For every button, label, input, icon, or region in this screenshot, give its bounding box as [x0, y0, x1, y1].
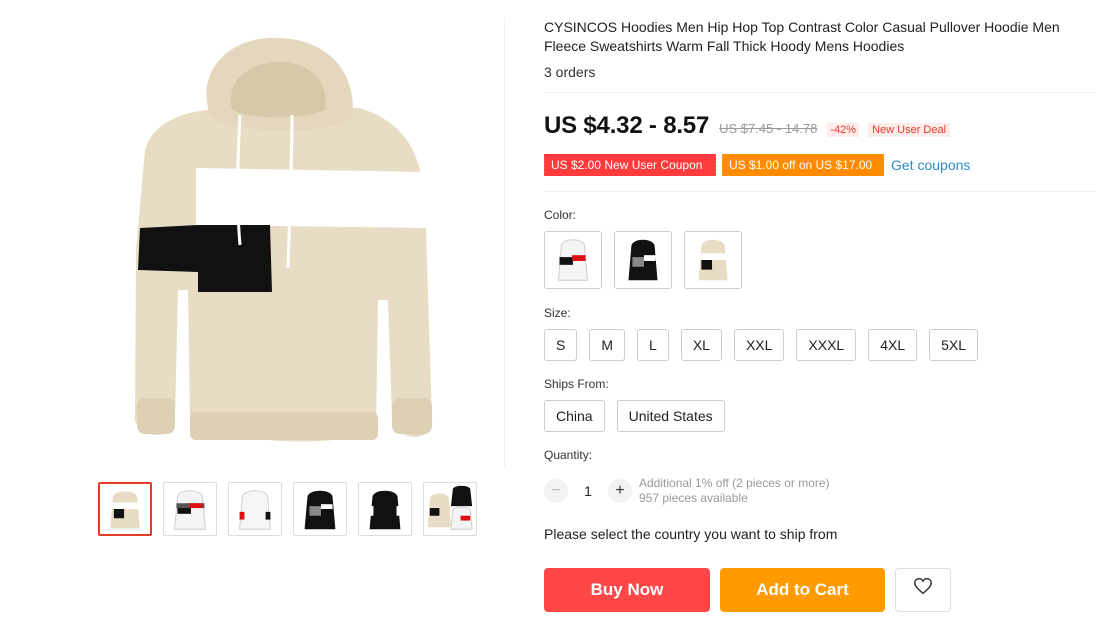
gallery-divider: [504, 18, 505, 468]
divider: [544, 191, 1096, 192]
size-options: S M L XL XXL XXXL 4XL 5XL: [544, 329, 979, 361]
color-options: [544, 231, 742, 289]
thumbnail-khaki-front[interactable]: [98, 482, 152, 536]
wishlist-button[interactable]: [895, 568, 951, 612]
size-option-l[interactable]: L: [637, 329, 669, 361]
quantity-value[interactable]: 1: [568, 483, 608, 499]
thumbnail-white[interactable]: [228, 482, 282, 536]
current-price: US $4.32 - 8.57: [544, 112, 710, 139]
order-count: 3 orders: [544, 64, 596, 80]
color-label: Color:: [544, 208, 577, 222]
size-option-xxl[interactable]: XXL: [733, 329, 785, 361]
size-label: Size:: [544, 306, 571, 320]
size-option-xxxl[interactable]: XXXL: [796, 329, 857, 361]
main-product-image[interactable]: [0, 0, 504, 470]
bulk-discount-text: Additional 1% off (2 pieces or more): [639, 476, 830, 490]
store-coupon[interactable]: US $1.00 off on US $17.00: [721, 154, 884, 176]
quantity-stepper: − 1 + Additional 1% off (2 pieces or mor…: [544, 476, 830, 506]
divider: [544, 92, 1096, 93]
ships-from-options: China United States: [544, 400, 725, 432]
thumbnail-white-red[interactable]: [163, 482, 217, 536]
quantity-decrease-button[interactable]: −: [544, 479, 568, 503]
color-swatch-white-red[interactable]: [544, 231, 602, 289]
stock-available-text: 957 pieces available: [639, 491, 748, 505]
add-to-cart-button[interactable]: Add to Cart: [720, 568, 885, 612]
ships-from-label: Ships From:: [544, 377, 609, 391]
buy-now-button[interactable]: Buy Now: [544, 568, 710, 612]
original-price: US $7.45 - 14.78: [719, 121, 818, 136]
new-user-deal-badge: New User Deal: [868, 123, 951, 137]
ships-from-united-states[interactable]: United States: [616, 400, 725, 432]
size-option-xl[interactable]: XL: [680, 329, 722, 361]
color-swatch-black[interactable]: [614, 231, 672, 289]
color-swatch-khaki[interactable]: [684, 231, 742, 289]
purchase-actions: Buy Now Add to Cart: [544, 568, 951, 612]
thumbnail-strip: [98, 482, 477, 536]
size-option-5xl[interactable]: 5XL: [929, 329, 979, 361]
ships-from-china[interactable]: China: [544, 400, 605, 432]
thumbnail-black-back[interactable]: [358, 482, 412, 536]
product-title: CYSINCOS Hoodies Men Hip Hop Top Contras…: [544, 19, 1060, 54]
size-option-4xl[interactable]: 4XL: [868, 329, 918, 361]
heart-icon: [913, 568, 933, 612]
thumbnail-multi[interactable]: [423, 482, 477, 536]
discount-badge: -42%: [827, 123, 860, 137]
size-option-s[interactable]: S: [544, 329, 578, 361]
quantity-info: Additional 1% off (2 pieces or more) 957…: [639, 476, 830, 506]
coupon-row: US $2.00 New User Coupon US $1.00 off on…: [543, 154, 970, 176]
quantity-label: Quantity:: [544, 448, 593, 462]
ship-country-notice: Please select the country you want to sh…: [544, 526, 838, 542]
get-coupons-link[interactable]: Get coupons: [891, 157, 970, 173]
size-option-m[interactable]: M: [589, 329, 626, 361]
new-user-coupon[interactable]: US $2.00 New User Coupon: [543, 154, 716, 176]
quantity-increase-button[interactable]: +: [608, 479, 632, 503]
thumbnail-black[interactable]: [293, 482, 347, 536]
price-row: US $4.32 - 8.57 US $7.45 - 14.78 -42% Ne…: [544, 112, 951, 140]
